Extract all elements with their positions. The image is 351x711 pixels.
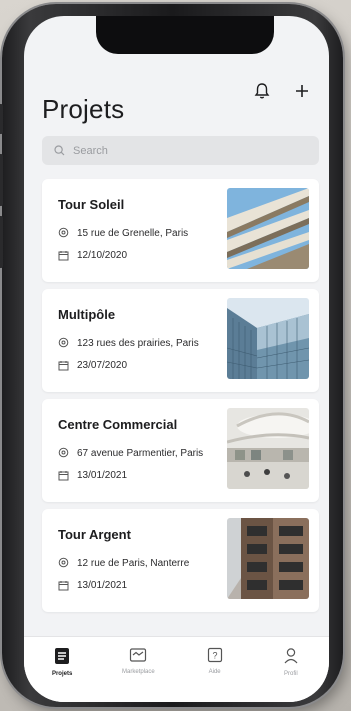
project-name: Tour Soleil	[58, 197, 125, 212]
calendar-icon	[58, 471, 69, 481]
project-date-row: 12/10/2020	[58, 250, 127, 261]
glass-tower-image	[227, 298, 309, 379]
location-pin-icon	[58, 447, 69, 458]
project-address: 15 rue de Grenelle, Paris	[77, 227, 189, 239]
tab-label: Projets	[51, 671, 73, 677]
project-date-row: 13/01/2021	[58, 470, 127, 481]
project-address: 12 rue de Paris, Nanterre	[77, 557, 190, 569]
mall-interior-image	[227, 408, 309, 489]
project-card[interactable]: Multipôle 123 rues des prairies, Paris 2…	[42, 289, 319, 392]
app-screen: Projets Tour Soleil 15 rue de Grenelle, …	[24, 16, 329, 702]
tab-marketplace[interactable]: Marketplace	[100, 637, 176, 702]
phone-notch	[96, 16, 274, 54]
add-icon[interactable]	[291, 80, 313, 102]
document-icon	[55, 648, 70, 664]
help-icon: ?	[207, 647, 222, 663]
tab-label: Aide	[208, 669, 221, 675]
project-address-row: 15 rue de Grenelle, Paris	[58, 227, 188, 239]
tab-label: Profil	[284, 671, 298, 677]
location-pin-icon	[58, 557, 69, 568]
project-card[interactable]: Tour Argent 12 rue de Paris, Nanterre 13…	[42, 509, 319, 612]
project-name: Tour Argent	[58, 527, 131, 542]
project-date: 13/01/2021	[77, 580, 128, 591]
tab-aide[interactable]: ? Aide	[177, 637, 253, 702]
location-pin-icon	[58, 337, 69, 348]
tab-label: Marketplace	[122, 669, 155, 675]
project-name: Centre Commercial	[58, 417, 178, 432]
modern-building-image	[227, 518, 309, 599]
location-pin-icon	[58, 227, 69, 238]
search-input[interactable]	[71, 143, 295, 158]
user-icon	[284, 648, 298, 664]
project-address-row: 12 rue de Paris, Nanterre	[58, 557, 189, 569]
page-title: Projets	[42, 94, 125, 124]
project-card[interactable]: Tour Soleil 15 rue de Grenelle, Paris 12…	[42, 179, 319, 282]
tab-projets[interactable]: Projets	[24, 637, 100, 702]
search-icon	[54, 145, 65, 156]
building-facade-image	[227, 188, 309, 269]
phone-frame: Projets Tour Soleil 15 rue de Grenelle, …	[0, 4, 343, 707]
project-date-row: 23/07/2020	[58, 360, 127, 371]
phone-side-button	[0, 154, 3, 206]
project-card[interactable]: Centre Commercial 67 avenue Parmentier, …	[42, 399, 319, 502]
project-name: Multipôle	[58, 307, 116, 322]
calendar-icon	[58, 361, 69, 371]
phone-side-button	[0, 216, 3, 268]
store-icon	[130, 648, 147, 662]
search-bar[interactable]	[42, 136, 319, 165]
project-date-row: 13/01/2021	[58, 580, 127, 591]
calendar-icon	[58, 251, 69, 261]
tab-profil[interactable]: Profil	[253, 637, 329, 702]
bell-icon[interactable]	[251, 80, 273, 102]
project-address: 123 rues des prairies, Paris	[77, 337, 199, 349]
project-date: 13/01/2021	[77, 470, 128, 481]
project-date: 23/07/2020	[77, 360, 128, 371]
project-address-row: 67 avenue Parmentier, Paris	[58, 447, 203, 459]
bottom-tab-bar: Projets Marketplace ? Aide Profil	[24, 636, 329, 702]
header-actions	[251, 80, 313, 102]
project-list: Tour Soleil 15 rue de Grenelle, Paris 12…	[42, 179, 319, 619]
svg-text:?: ?	[212, 651, 217, 661]
phone-side-button	[0, 104, 3, 134]
project-address-row: 123 rues des prairies, Paris	[58, 337, 199, 349]
project-date: 12/10/2020	[77, 250, 128, 261]
calendar-icon	[58, 581, 69, 591]
project-address: 67 avenue Parmentier, Paris	[77, 447, 204, 459]
